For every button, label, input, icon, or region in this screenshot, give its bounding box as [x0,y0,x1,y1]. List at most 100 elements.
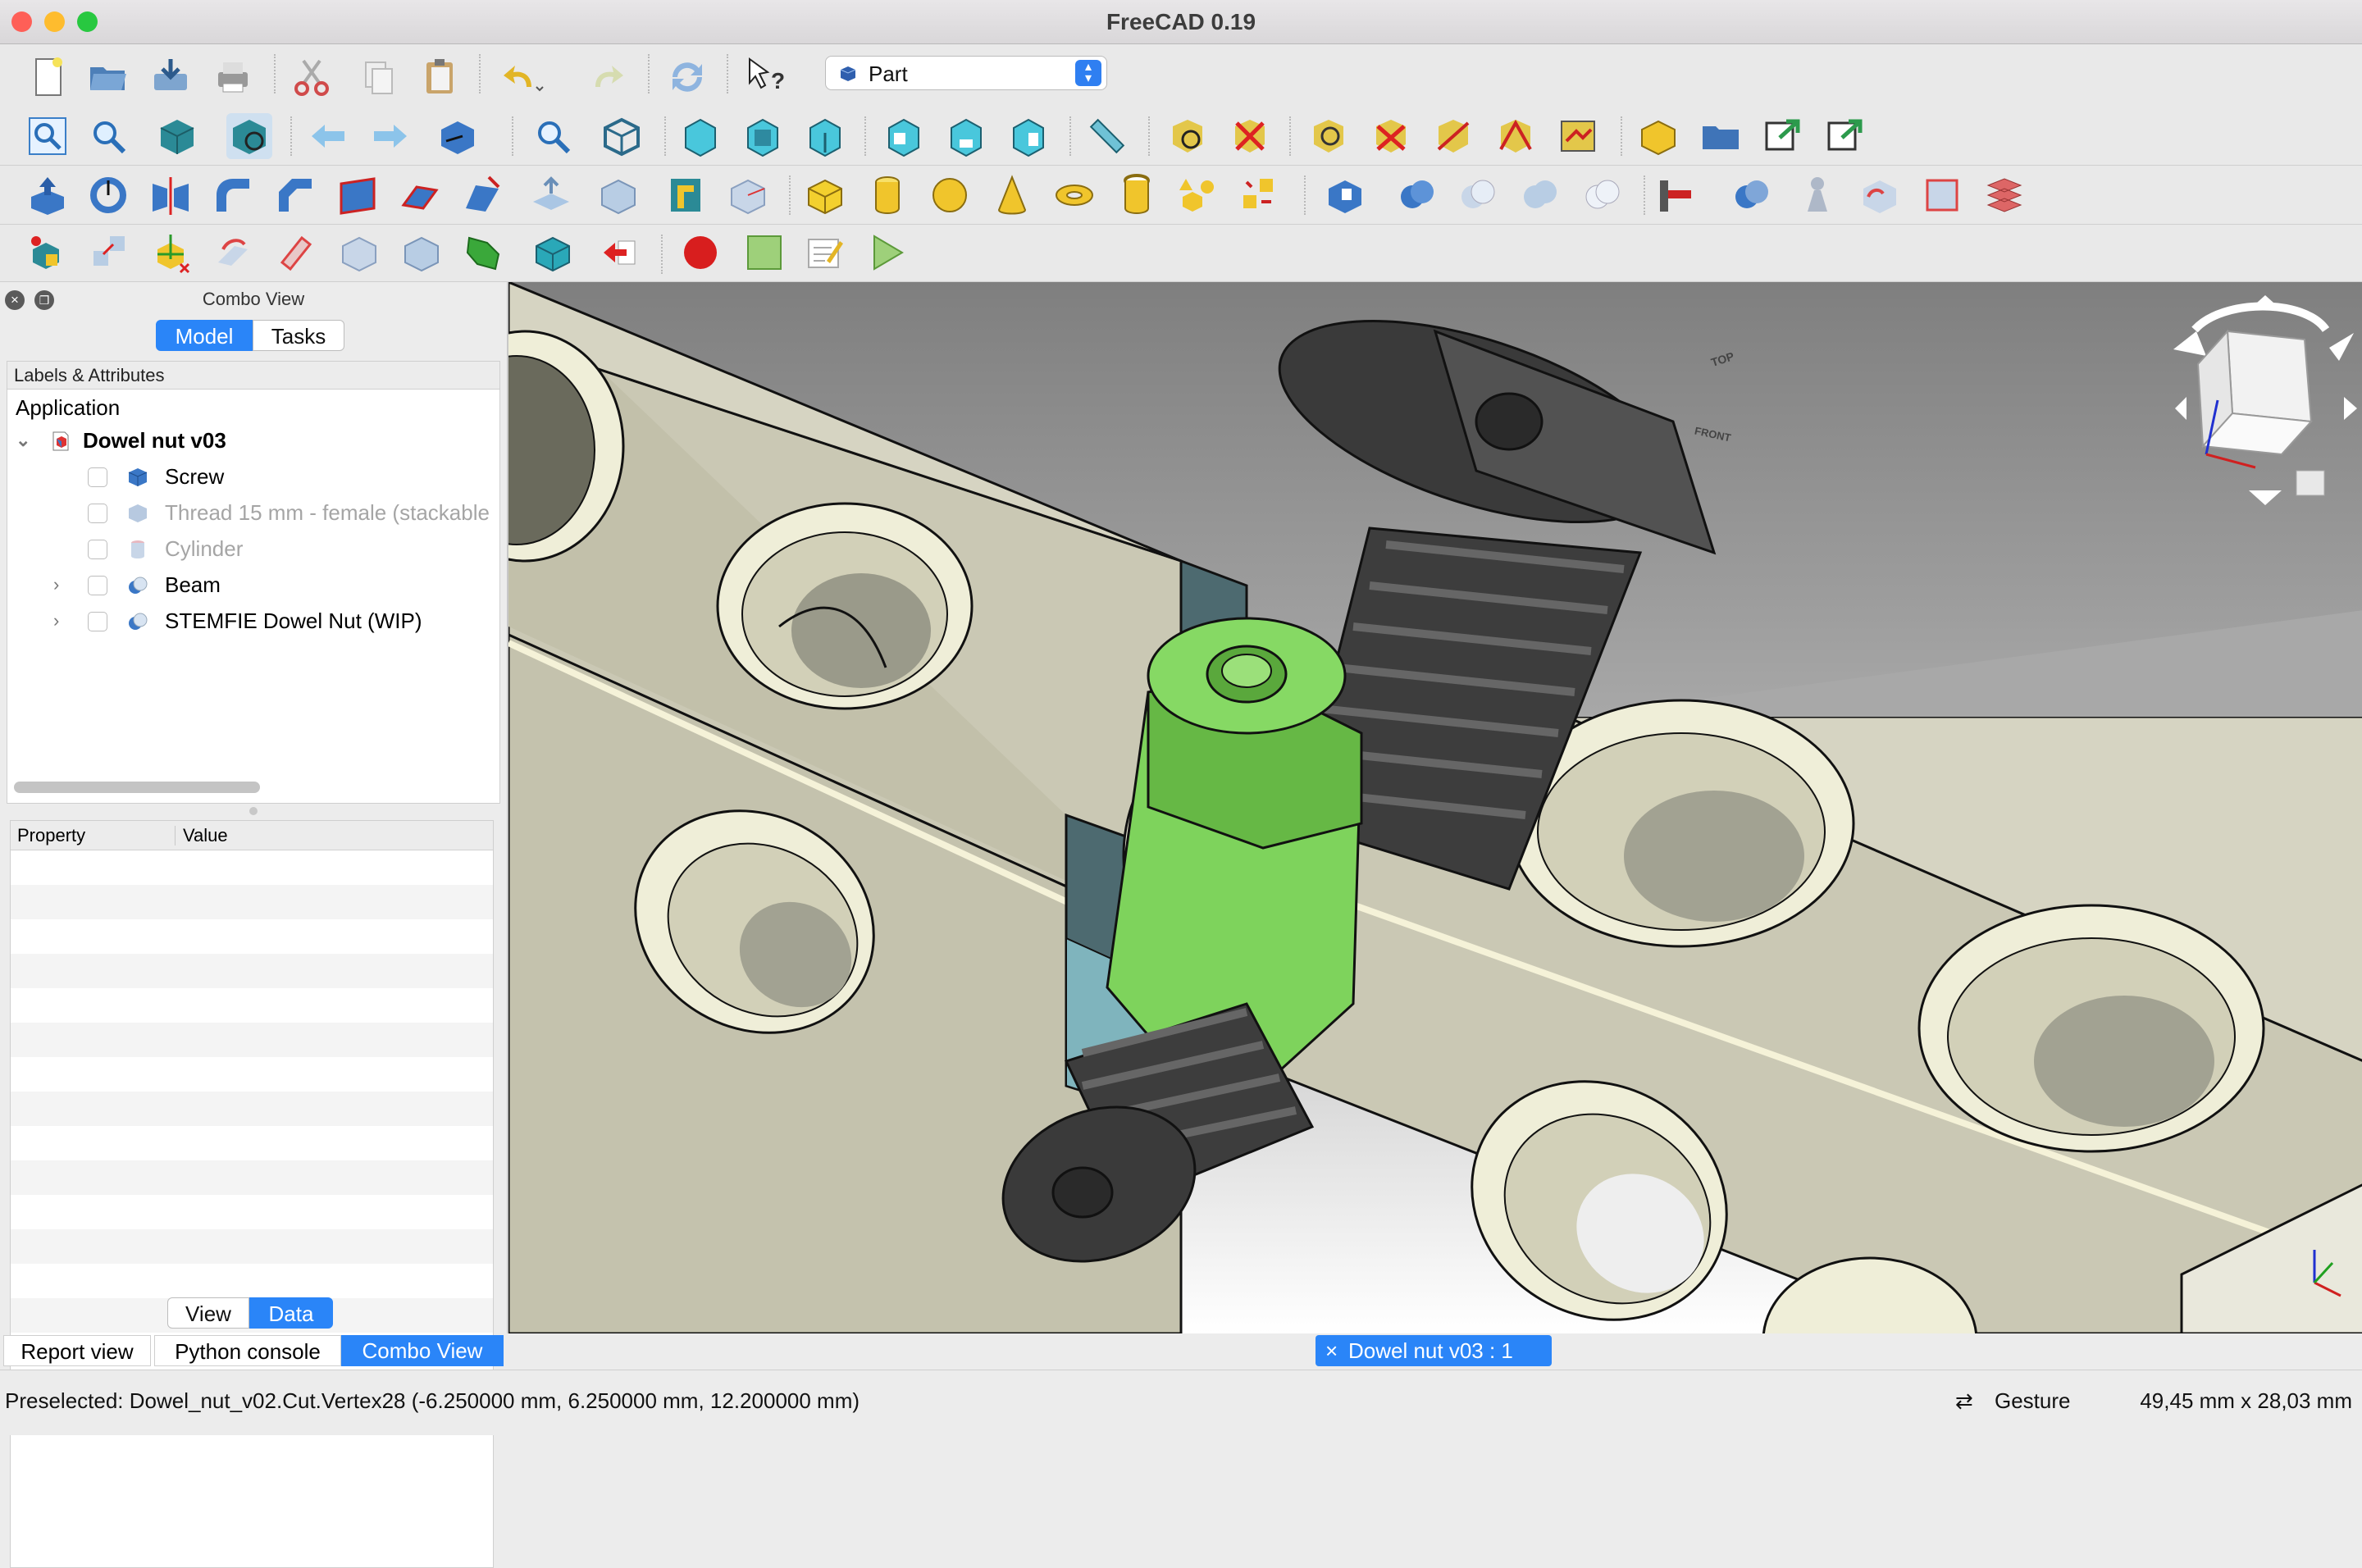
boolean-icon[interactable] [1394,172,1440,218]
3d-viewport[interactable]: TOP FRONT [507,282,2362,1333]
extrude-icon[interactable] [25,172,71,218]
redo-icon[interactable] [582,54,628,100]
tab-tasks[interactable]: Tasks [253,320,344,351]
measure-linear-icon[interactable] [1165,113,1211,159]
visibility-checkbox[interactable] [88,504,107,523]
tube-icon[interactable] [1114,172,1160,218]
paste-icon[interactable] [417,54,463,100]
cut-boolean-icon[interactable] [1455,172,1501,218]
left-view-icon[interactable] [1005,113,1051,159]
close-icon[interactable]: × [1325,1335,1338,1366]
placement-icon[interactable] [149,230,195,276]
defeaturing-icon[interactable] [1368,113,1414,159]
offset-icon[interactable] [725,172,771,218]
loft-icon[interactable] [459,172,505,218]
right-view-icon[interactable] [802,113,848,159]
fit-selection-icon[interactable] [85,113,131,159]
bottom-view-icon[interactable] [943,113,989,159]
box-icon[interactable] [802,172,848,218]
create-part-icon[interactable] [1635,113,1681,159]
tab-report-view[interactable]: Report view [3,1335,151,1366]
split-icon[interactable] [1729,172,1775,218]
revolve-icon[interactable] [85,172,131,218]
copy-icon[interactable] [356,54,402,100]
workbench-selector[interactable]: Part ▴ ▾ [825,56,1107,90]
top-view-icon[interactable] [740,113,786,159]
tab-view-properties[interactable]: View [167,1297,249,1329]
execute-macro-icon[interactable] [864,230,910,276]
rear-view-icon[interactable] [881,113,927,159]
cone-icon[interactable] [989,172,1035,218]
thickness-icon[interactable] [1919,172,1965,218]
create-group-icon[interactable] [1698,113,1744,159]
cross-sections-icon[interactable] [663,172,709,218]
torus-icon[interactable] [1051,172,1097,218]
check-geometry-icon[interactable] [1306,113,1352,159]
attachment-icon[interactable] [25,230,71,276]
front-view-icon[interactable] [677,113,723,159]
layers-icon[interactable] [1981,172,2027,218]
tree-item-cylinder[interactable]: Cylinder [7,531,499,567]
projection-icon[interactable] [274,230,320,276]
common-icon[interactable] [1580,172,1626,218]
tab-python-console[interactable]: Python console [154,1335,341,1366]
shape-from-mesh-icon[interactable] [336,230,382,276]
fillet-icon[interactable] [210,172,256,218]
undo-icon[interactable] [499,54,545,100]
measure-clear-icon[interactable] [1227,113,1273,159]
sweep-icon[interactable] [528,172,574,218]
mirror-icon[interactable] [148,172,194,218]
tree-horizontal-scrollbar[interactable] [14,782,260,793]
sphere-icon[interactable] [927,172,973,218]
reverse-shapes-icon[interactable] [461,230,507,276]
visibility-checkbox[interactable] [88,576,107,595]
tree-item-thread[interactable]: Thread 15 mm - female (stackable [7,495,499,531]
navigation-style-icon[interactable]: ⇄ [1955,1388,1973,1414]
open-folder-icon[interactable] [85,54,131,100]
bounding-box-icon[interactable] [226,113,272,159]
tree-item-beam[interactable]: › Beam [7,567,499,603]
cylinder-icon[interactable] [864,172,910,218]
zoom-icon[interactable] [530,113,576,159]
chamfer-icon[interactable] [272,172,318,218]
visibility-checkbox[interactable] [88,612,107,631]
angular-measure-icon[interactable] [1493,113,1539,159]
ruled-surface-icon[interactable] [397,172,443,218]
linear-measure-icon[interactable] [1430,113,1476,159]
create-primitive-icon[interactable] [87,230,133,276]
record-macro-icon[interactable] [677,230,723,276]
isometric-view-icon[interactable] [599,113,645,159]
section-icon[interactable] [595,172,641,218]
create-link-icon[interactable] [1760,113,1806,159]
document-tab[interactable]: × Dowel nut v03 : 1 [1316,1335,1552,1366]
tree-item-dowel-nut[interactable]: › STEMFIE Dowel Nut (WIP) [7,603,499,639]
tree-root[interactable]: Application [7,390,499,426]
import-icon[interactable] [597,230,643,276]
chevron-right-icon[interactable]: › [53,603,59,639]
primitives-icon[interactable] [1174,172,1220,218]
chevron-right-icon[interactable]: › [53,567,59,603]
tab-model[interactable]: Model [156,320,253,351]
save-icon[interactable] [148,54,194,100]
cut-icon[interactable] [289,54,335,100]
splitter-handle[interactable] [249,807,258,815]
visibility-checkbox[interactable] [88,467,107,487]
check-icon[interactable] [1794,172,1840,218]
fuse-icon[interactable] [1517,172,1563,218]
forward-arrow-icon[interactable] [367,113,413,159]
tree-document[interactable]: ⌄ Dowel nut v03 [7,422,499,458]
new-document-icon[interactable] [25,54,71,100]
make-face-icon[interactable] [335,172,381,218]
measure-refresh-icon[interactable] [1555,113,1601,159]
back-arrow-icon[interactable] [305,113,351,159]
refine-shape-icon[interactable] [1857,172,1903,218]
tab-data-properties[interactable]: Data [249,1297,333,1329]
measure-icon[interactable] [1084,113,1130,159]
link-actions-icon[interactable] [1822,113,1868,159]
print-icon[interactable] [210,54,256,100]
tree-item-screw[interactable]: Screw [7,458,499,495]
copy-shape-icon[interactable] [530,230,576,276]
shape-builder-icon[interactable] [1237,172,1283,218]
tab-combo-view[interactable]: Combo View [341,1335,504,1366]
chevron-down-icon[interactable]: ⌄ [16,422,30,458]
